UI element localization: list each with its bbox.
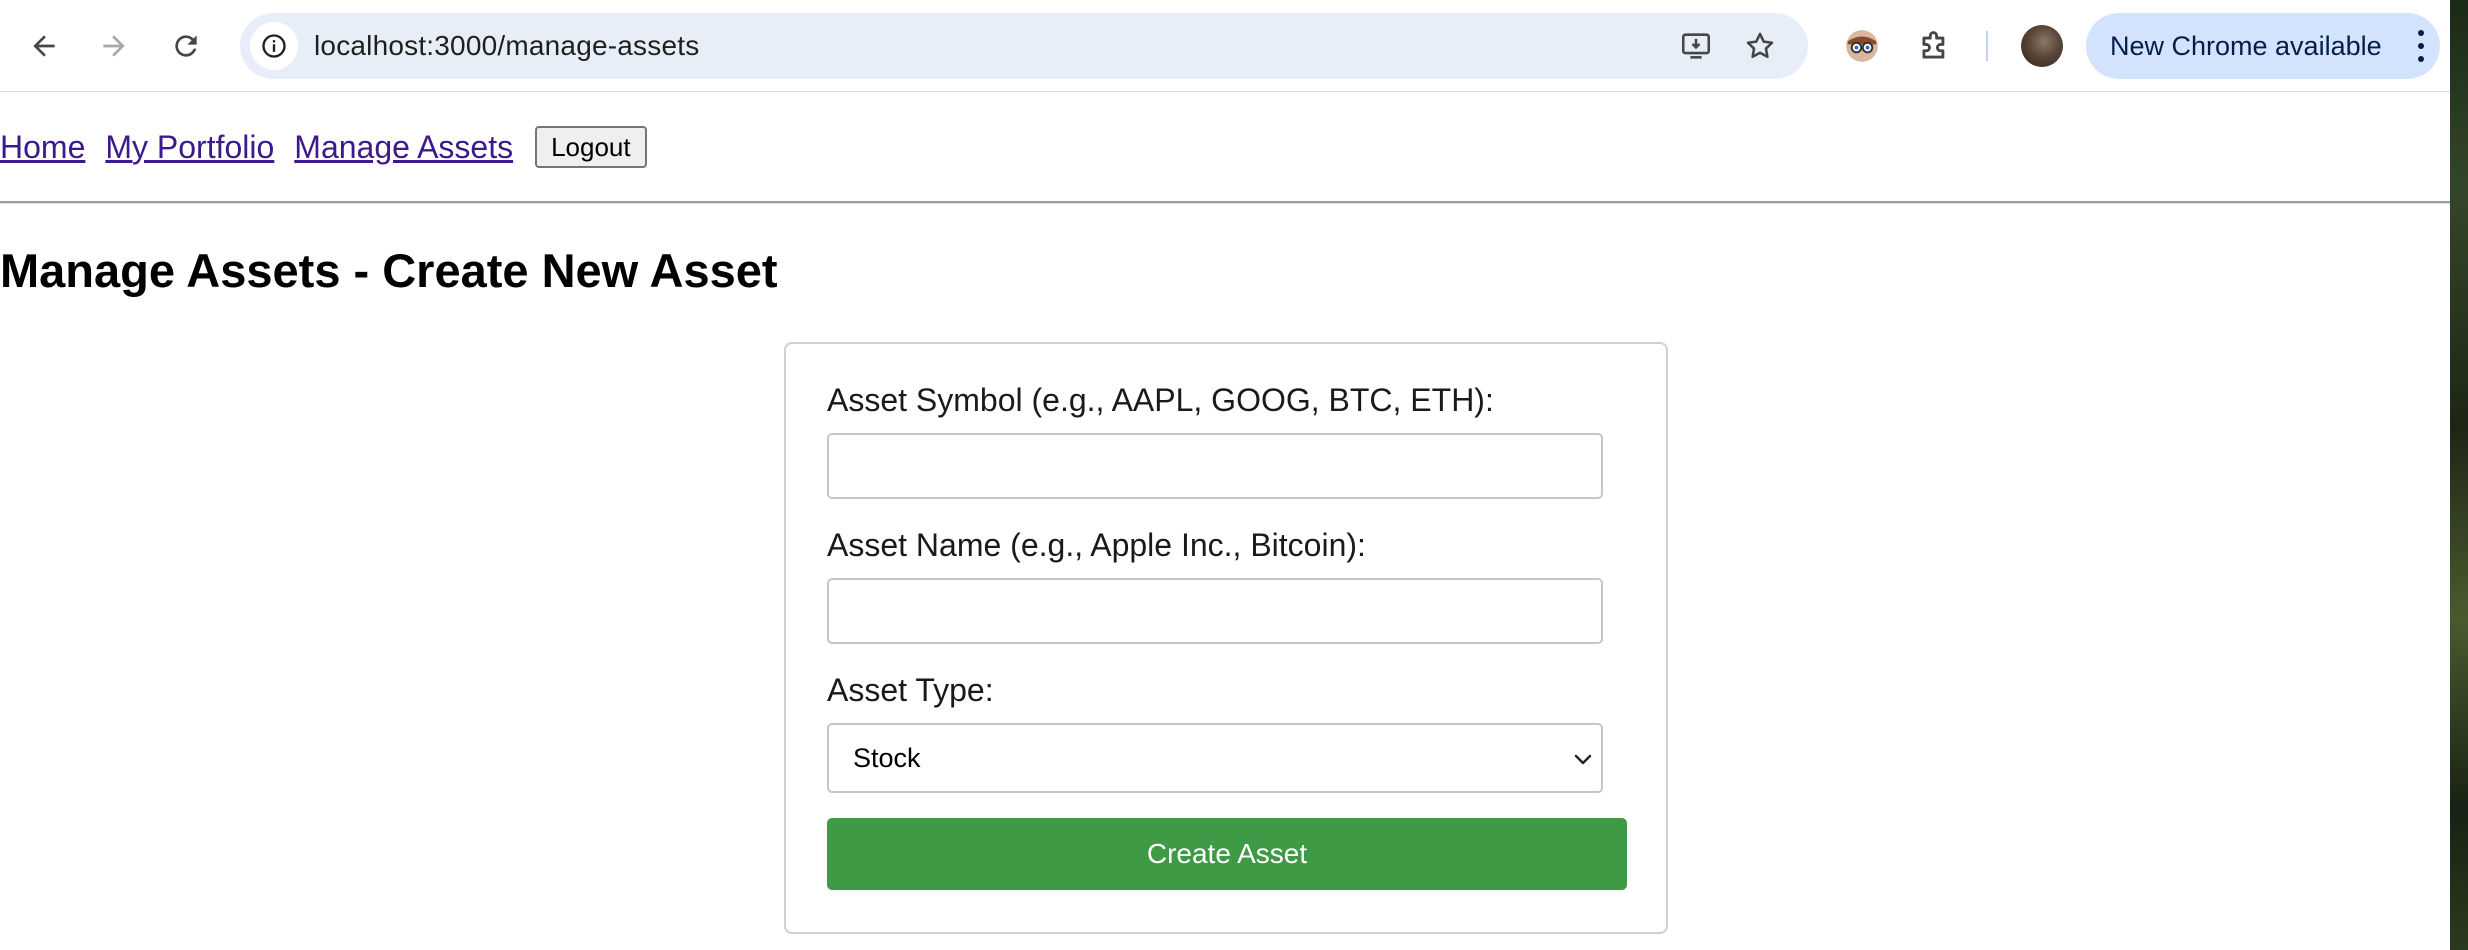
- browser-toolbar: localhost:3000/manage-assets New Chrome …: [0, 0, 2468, 92]
- nav-link-my-portfolio[interactable]: My Portfolio: [105, 129, 274, 166]
- bookmark-button[interactable]: [1740, 26, 1780, 66]
- update-label: New Chrome available: [2110, 31, 2382, 61]
- install-app-icon: [1681, 33, 1711, 59]
- install-app-button[interactable]: [1676, 26, 1716, 66]
- logout-button[interactable]: Logout: [535, 126, 647, 168]
- page-content: Home My Portfolio Manage Assets Logout M…: [0, 93, 2450, 950]
- address-bar[interactable]: localhost:3000/manage-assets: [240, 13, 1808, 79]
- info-icon: [262, 34, 286, 58]
- toolbar-divider: [1986, 31, 1988, 61]
- asset-type-label: Asset Type:: [827, 672, 994, 708]
- nav-divider: [0, 201, 2450, 204]
- asset-symbol-input[interactable]: [827, 433, 1603, 499]
- arrow-left-icon: [33, 35, 55, 57]
- chevron-down-icon: [1574, 754, 1592, 765]
- nav-link-home[interactable]: Home: [0, 129, 85, 166]
- back-button[interactable]: [18, 20, 70, 72]
- site-info-button[interactable]: [250, 22, 298, 70]
- profile-avatar[interactable]: [2021, 25, 2063, 67]
- extension-avatar-icon: [1846, 30, 1878, 62]
- page-title: Manage Assets - Create New Asset: [0, 244, 778, 297]
- forward-button[interactable]: [88, 20, 140, 72]
- extensions-button[interactable]: [1911, 22, 1959, 70]
- url-text[interactable]: localhost:3000/manage-assets: [314, 13, 699, 79]
- nav-link-manage-assets[interactable]: Manage Assets: [294, 129, 513, 166]
- asset-name-input[interactable]: [827, 578, 1603, 644]
- create-asset-form: Asset Symbol (e.g., AAPL, GOOG, BTC, ETH…: [784, 342, 1668, 934]
- create-asset-button[interactable]: Create Asset: [827, 818, 1627, 890]
- asset-type-select[interactable]: Stock: [827, 723, 1603, 793]
- extension-button[interactable]: [1838, 22, 1886, 70]
- puzzle-icon: [1922, 31, 1945, 59]
- reload-button[interactable]: [160, 20, 212, 72]
- star-icon: [1746, 32, 1774, 59]
- asset-symbol-label: Asset Symbol (e.g., AAPL, GOOG, BTC, ETH…: [827, 382, 1494, 418]
- desktop-background: [2450, 0, 2468, 950]
- kebab-menu-icon[interactable]: [2416, 30, 2426, 62]
- app-nav: Home My Portfolio Manage Assets Logout: [0, 125, 647, 169]
- asset-name-label: Asset Name (e.g., Apple Inc., Bitcoin):: [827, 527, 1366, 563]
- reload-icon: [175, 35, 197, 57]
- asset-type-selected: Stock: [853, 743, 921, 773]
- chrome-update-button[interactable]: New Chrome available: [2086, 13, 2440, 79]
- arrow-right-icon: [103, 35, 125, 57]
